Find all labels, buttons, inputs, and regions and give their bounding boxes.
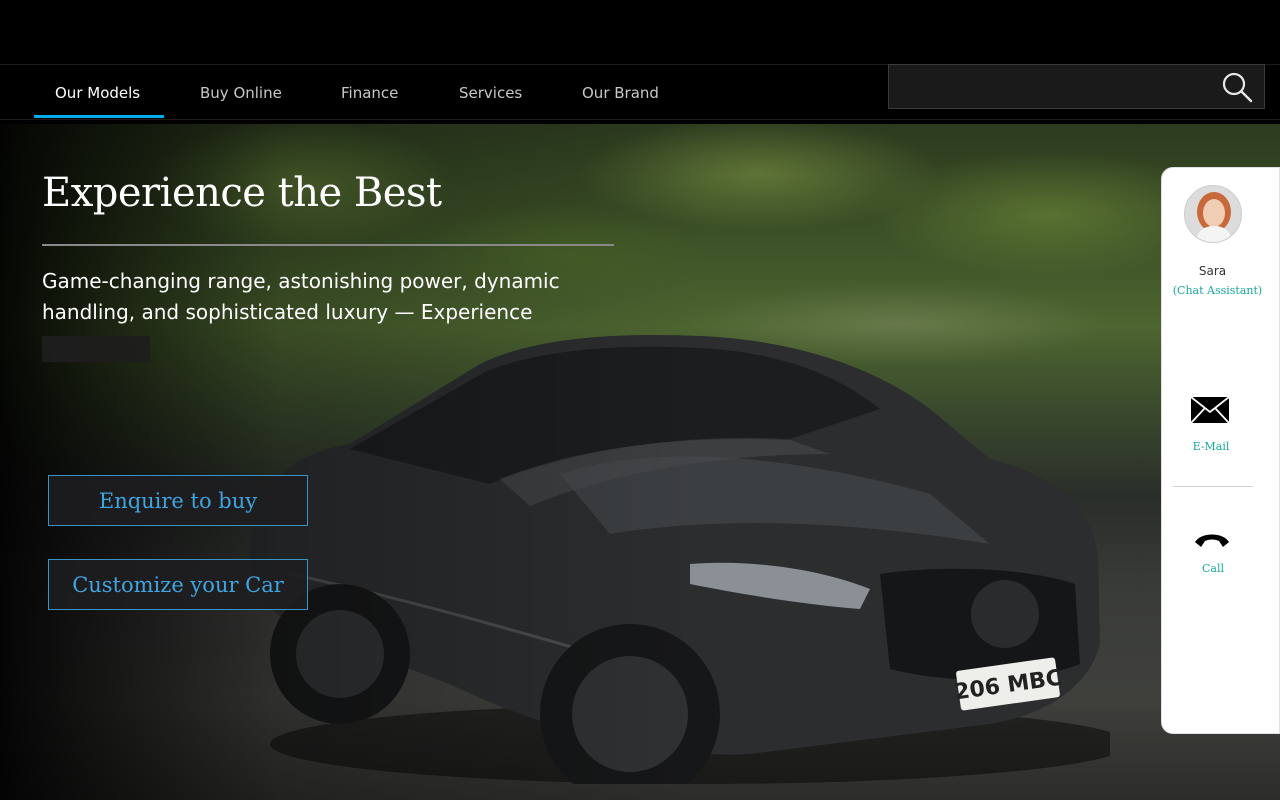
nav-item-buy-online[interactable]: Buy Online <box>200 65 282 121</box>
enquire-to-buy-button[interactable]: Enquire to buy <box>48 475 308 526</box>
customize-car-button[interactable]: Customize your Car <box>48 559 308 610</box>
phone-icon[interactable] <box>1193 530 1231 550</box>
hero-divider <box>42 244 614 246</box>
active-tab-indicator <box>34 115 164 118</box>
search-input[interactable] <box>889 65 1209 108</box>
nav-item-services[interactable]: Services <box>459 65 522 121</box>
panel-divider <box>1173 486 1253 487</box>
email-link[interactable]: E-Mail <box>1180 440 1242 453</box>
hero-section: 206 MBC <box>0 124 1280 800</box>
hero-title: Experience the Best <box>42 170 442 216</box>
mail-icon[interactable] <box>1190 396 1230 424</box>
hero-description: Game-changing range, astonishing power, … <box>42 269 560 324</box>
nav-item-finance[interactable]: Finance <box>341 65 398 121</box>
nav-item-our-brand[interactable]: Our Brand <box>582 65 659 121</box>
hero-overlay <box>0 124 700 800</box>
assistant-role: (Chat Assistant) <box>1172 284 1263 297</box>
hero-read-more-placeholder <box>42 336 150 362</box>
search-icon[interactable] <box>1221 71 1253 103</box>
top-bar <box>0 0 1280 64</box>
nav-item-our-models[interactable]: Our Models <box>55 65 140 121</box>
assistant-name: Sara <box>1198 264 1227 278</box>
search-box <box>888 64 1265 109</box>
call-link[interactable]: Call <box>1183 562 1243 575</box>
assistant-avatar[interactable] <box>1184 185 1242 243</box>
